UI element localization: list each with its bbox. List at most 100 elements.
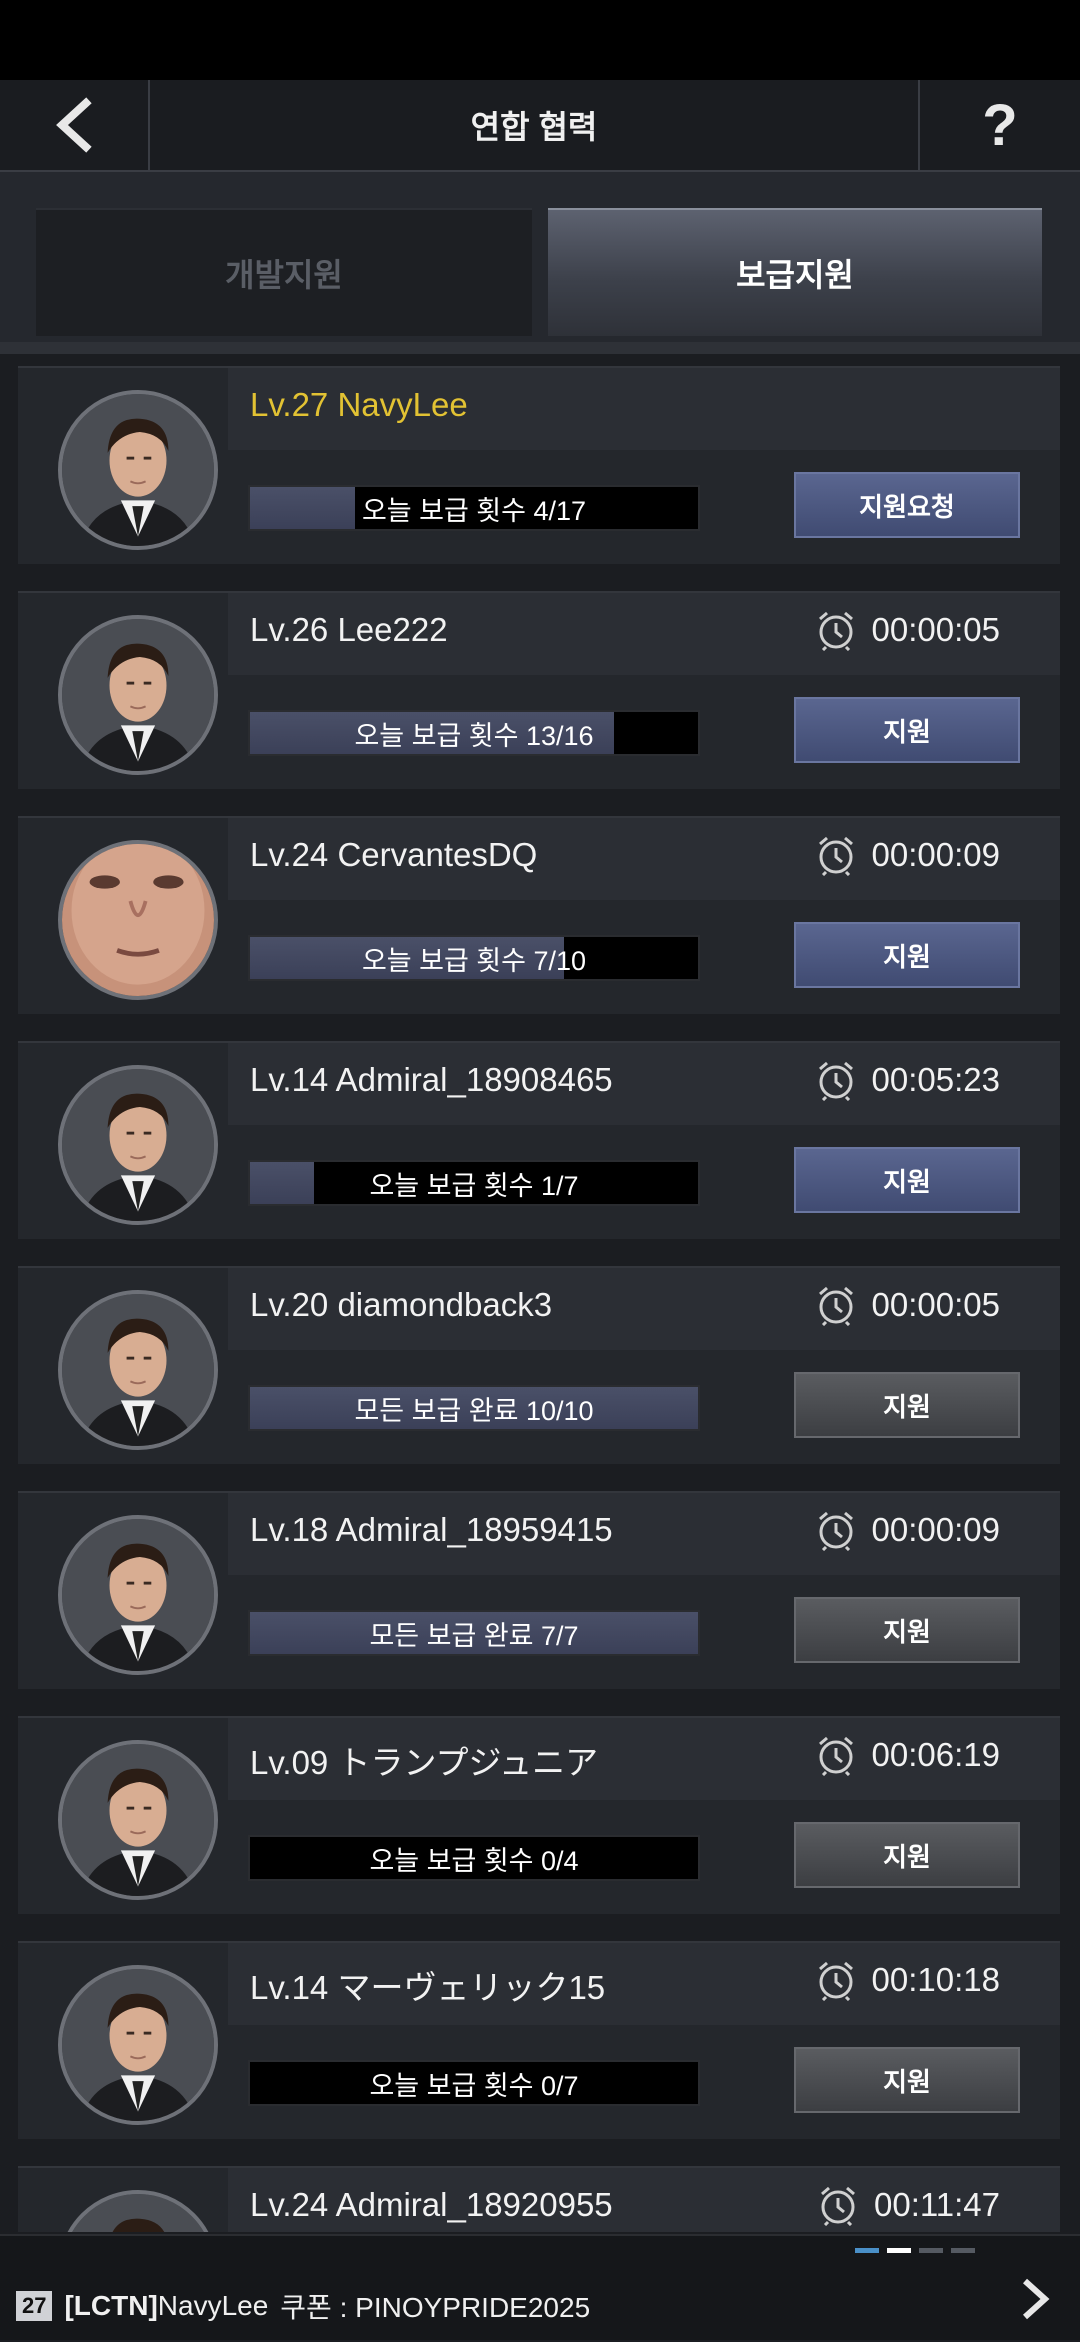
cooldown-timer: 00:05:23: [816, 1059, 1000, 1101]
cooldown-timer: 00:00:05: [816, 1284, 1000, 1326]
member-card: Lv.14 Admiral_18908465 00:05:23 오늘 보급 횟수 …: [18, 1041, 1060, 1239]
member-card: Lv.20 diamondback3 00:00:05 모든 보급 완료 10/1…: [18, 1266, 1060, 1464]
request-support-button[interactable]: 지원요청: [794, 472, 1020, 538]
progress-text: 오늘 보급 횟수 4/17: [361, 495, 587, 526]
ticker: 27 [LCTN] NavyLee 쿠폰 : PINOYPRIDE2025: [16, 2286, 590, 2326]
support-button[interactable]: 지원: [794, 1147, 1020, 1213]
avatar[interactable]: [58, 1740, 218, 1900]
supply-progress-bar: 오늘 보급 횟수 1/7: [248, 1160, 700, 1206]
progress-text: 모든 보급 완료 10/10: [354, 1395, 594, 1426]
avatar-portrait-icon: [62, 619, 214, 771]
player-name: Lv.24 Admiral_18920955: [250, 2186, 613, 2223]
page-indicator: [855, 2248, 975, 2253]
timer-text: 00:10:18: [871, 1961, 1000, 1998]
member-card: Lv.24 Admiral_18920955 00:11:47: [18, 2166, 1060, 2232]
level-badge: 27: [16, 2291, 53, 2321]
support-button[interactable]: 지원: [794, 2047, 1020, 2113]
timer-text: 00:06:19: [871, 1736, 1000, 1773]
avatar-portrait-icon: [62, 2194, 214, 2232]
avatar[interactable]: [58, 1515, 218, 1675]
progress-text: 오늘 보급 횟수 1/7: [369, 1170, 579, 1201]
help-button[interactable]: ?: [918, 80, 1080, 170]
ticker-coupon: 쿠폰 : PINOYPRIDE2025: [280, 2292, 591, 2323]
player-name: Lv.27 NavyLee: [250, 386, 468, 423]
page-dot: [919, 2248, 943, 2253]
player-name: Lv.14 Admiral_18908465: [250, 1061, 613, 1098]
supply-progress-bar: 모든 보급 완료 7/7: [248, 1610, 700, 1656]
ticker-player: NavyLee: [157, 2290, 269, 2321]
timer-text: 00:00:05: [871, 1286, 1000, 1323]
page-dot: [855, 2248, 879, 2253]
page-dot: [887, 2248, 911, 2253]
alarm-clock-icon: [818, 611, 853, 651]
supply-progress-bar: 오늘 보급 횟수 7/10: [248, 935, 700, 981]
avatar-portrait-icon: [62, 394, 214, 546]
timer-text: 00:00:09: [871, 1511, 1000, 1548]
member-list[interactable]: Lv.27 NavyLee 오늘 보급 횟수 4/17 지원요청 Lv.26 Lee…: [0, 362, 1080, 2232]
avatar[interactable]: [58, 1290, 218, 1450]
avatar[interactable]: [58, 390, 218, 550]
progress-text: 오늘 보급 횟수 0/7: [369, 2070, 579, 2101]
tab-supply-support[interactable]: 보급지원: [548, 208, 1042, 336]
member-card: Lv.27 NavyLee 오늘 보급 횟수 4/17 지원요청: [18, 366, 1060, 564]
member-card: Lv.26 Lee222 00:00:05 오늘 보급 횟수 13/16 지원: [18, 591, 1060, 789]
ticker-guild-tag: [LCTN]: [64, 2290, 158, 2321]
supply-progress-bar: 오늘 보급 횟수 0/4: [248, 1835, 700, 1881]
alarm-clock-icon: [818, 836, 853, 876]
cooldown-timer: 00:00:09: [816, 834, 1000, 876]
alarm-clock-icon: [818, 1961, 853, 2001]
page-dot: [951, 2248, 975, 2253]
supply-progress-bar: 오늘 보급 횟수 4/17: [248, 485, 700, 531]
member-card: Lv.14 マーヴェリック15 00:10:18 오늘 보급 횟수 0/7 지원: [18, 1941, 1060, 2139]
timer-text: 00:00:05: [871, 611, 1000, 648]
player-name: Lv.20 diamondback3: [250, 1286, 553, 1323]
avatar-portrait-icon: [62, 1294, 214, 1446]
page-title: 연합 협력: [470, 109, 598, 145]
cooldown-timer: 00:00:09: [816, 1509, 1000, 1551]
cooldown-timer: 00:10:18: [816, 1959, 1000, 2001]
progress-text: 오늘 보급 횟수 7/10: [361, 945, 587, 976]
tab-development-support[interactable]: 개발지원: [36, 208, 532, 336]
timer-text: 00:00:09: [871, 836, 1000, 873]
player-name: Lv.24 CervantesDQ: [250, 836, 538, 873]
progress-text: 모든 보급 완료 7/7: [369, 1620, 579, 1651]
cooldown-timer: 00:11:47: [818, 2184, 1000, 2226]
support-button[interactable]: 지원: [794, 697, 1020, 763]
support-button[interactable]: 지원: [794, 922, 1020, 988]
timer-text: 00:11:47: [873, 2186, 1000, 2223]
member-card: Lv.24 CervantesDQ 00:00:09 오늘 보급 횟수 7/10 지…: [18, 816, 1060, 1014]
progress-text: 오늘 보급 횟수 13/16: [354, 720, 594, 751]
chevron-left-icon: [56, 97, 92, 153]
avatar[interactable]: [58, 2190, 218, 2232]
avatar-face-icon: [62, 844, 214, 996]
avatar-portrait-icon: [62, 1969, 214, 2121]
progress-text: 오늘 보급 횟수 0/4: [369, 1845, 579, 1876]
back-button[interactable]: [0, 80, 150, 170]
header-bar: 연합 협력 ?: [0, 80, 1080, 172]
support-button[interactable]: 지원: [794, 1372, 1020, 1438]
member-card: Lv.18 Admiral_18959415 00:00:09 모든 보급 완료 …: [18, 1491, 1060, 1689]
avatar-portrait-icon: [62, 1744, 214, 1896]
player-name: Lv.26 Lee222: [250, 611, 448, 648]
cooldown-timer: 00:00:05: [816, 609, 1000, 651]
tab-bar: 개발지원 보급지원: [0, 172, 1080, 352]
alarm-clock-icon: [818, 1061, 853, 1101]
footer-ticker: 27 [LCTN] NavyLee 쿠폰 : PINOYPRIDE2025: [0, 2234, 1080, 2340]
alarm-clock-icon: [818, 1511, 853, 1551]
alarm-clock-icon: [821, 2186, 855, 2226]
support-button[interactable]: 지원: [794, 1597, 1020, 1663]
supply-progress-bar: 모든 보급 완료 10/10: [248, 1385, 700, 1431]
player-name: Lv.14 マーヴェリック15: [250, 1969, 606, 2006]
timer-text: 00:05:23: [871, 1061, 1000, 1098]
avatar[interactable]: [58, 840, 218, 1000]
avatar-portrait-icon: [62, 1519, 214, 1671]
support-button[interactable]: 지원: [794, 1822, 1020, 1888]
avatar[interactable]: [58, 1965, 218, 2125]
avatar-portrait-icon: [62, 1069, 214, 1221]
cooldown-timer: 00:06:19: [816, 1734, 1000, 1776]
avatar[interactable]: [58, 615, 218, 775]
player-name: Lv.18 Admiral_18959415: [250, 1511, 613, 1548]
avatar[interactable]: [58, 1065, 218, 1225]
tab-underline: [0, 342, 1080, 354]
ticker-next-button[interactable]: [988, 2256, 1080, 2342]
